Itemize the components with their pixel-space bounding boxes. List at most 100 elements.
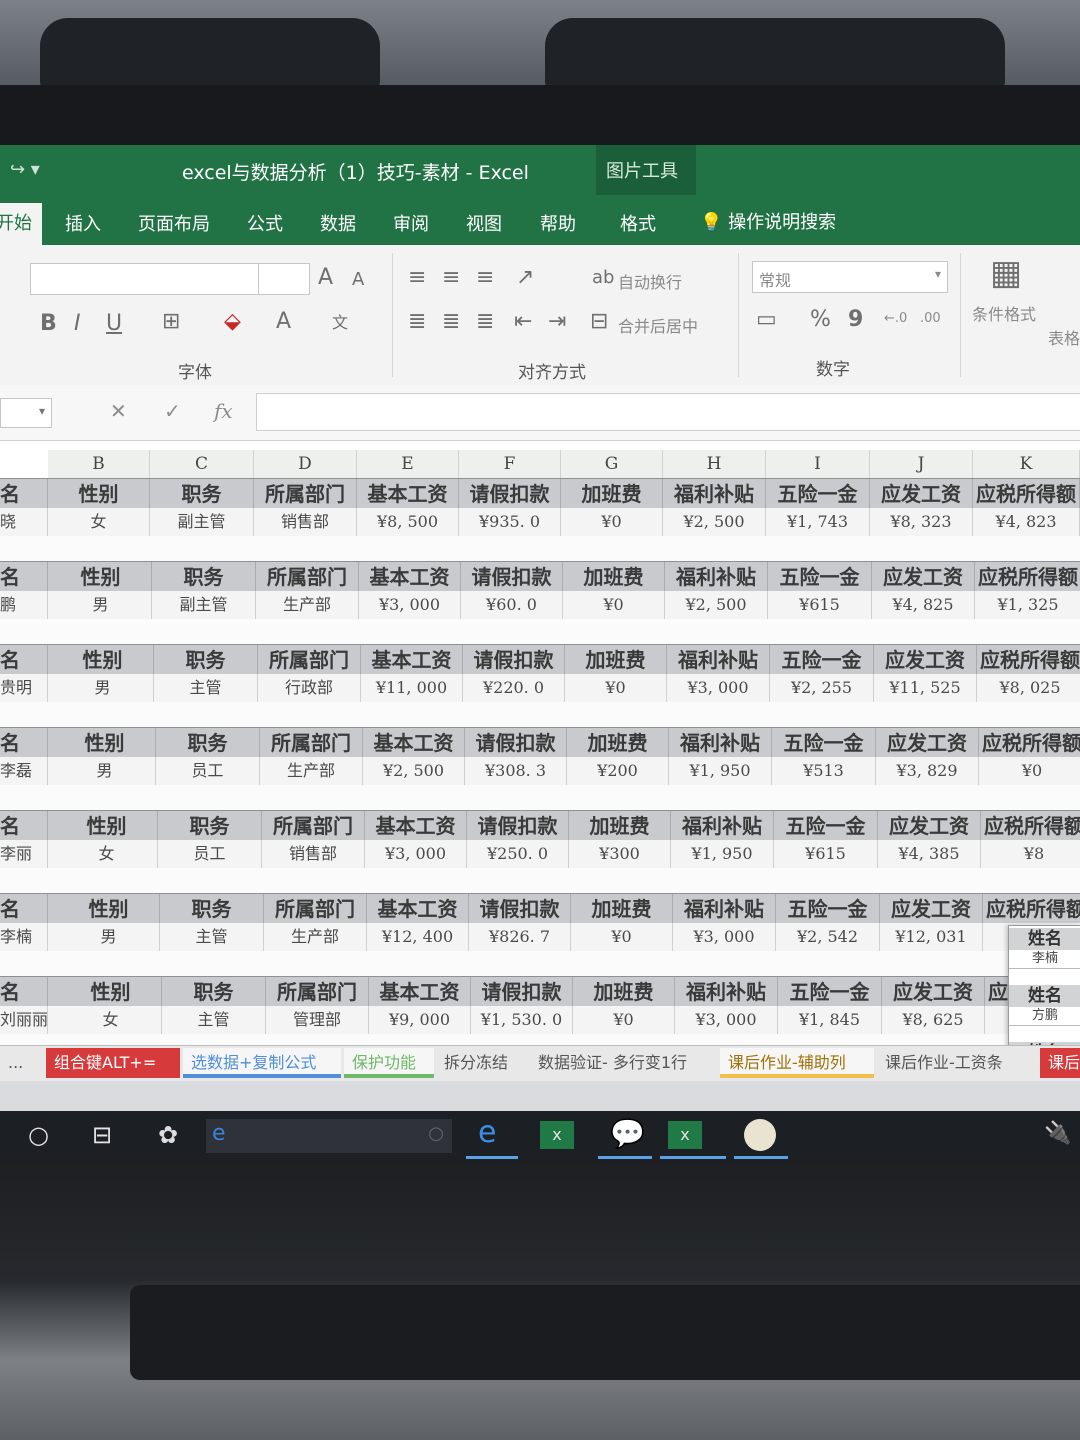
- hdr-name[interactable]: 名: [0, 894, 48, 924]
- cell-insurance[interactable]: ¥1, 845: [778, 1006, 882, 1034]
- tab-formulas[interactable]: 公式: [247, 210, 283, 236]
- tab-insert[interactable]: 插入: [65, 210, 101, 236]
- column-header-k[interactable]: K: [973, 450, 1080, 478]
- cell-welfare[interactable]: ¥3, 000: [675, 1006, 778, 1034]
- cell-overtime[interactable]: ¥0: [573, 1006, 675, 1034]
- hdr-insurance[interactable]: 五险一金: [770, 645, 874, 675]
- column-header-i[interactable]: I: [766, 450, 870, 478]
- decrease-indent-icon[interactable]: ⇤: [514, 309, 532, 334]
- excel-taskbar-icon-2[interactable]: x: [668, 1121, 702, 1149]
- cell-name[interactable]: 晓: [0, 508, 48, 536]
- cell-gross-pay[interactable]: ¥3, 829: [876, 757, 979, 785]
- cell-taxable[interactable]: ¥0: [979, 757, 1080, 785]
- currency-icon[interactable]: ▭: [756, 307, 777, 332]
- task-view-icon[interactable]: ⊟: [92, 1121, 112, 1149]
- hdr-gender[interactable]: 性别: [48, 479, 150, 509]
- hdr-insurance[interactable]: 五险一金: [776, 894, 880, 924]
- hdr-title[interactable]: 职务: [152, 562, 256, 592]
- hdr-title[interactable]: 职务: [150, 479, 254, 509]
- cell-base-salary[interactable]: ¥12, 400: [367, 923, 469, 951]
- hdr-overtime[interactable]: 加班费: [569, 811, 671, 841]
- hdr-taxable[interactable]: 应税所得额: [977, 645, 1080, 675]
- hdr-department[interactable]: 所属部门: [260, 728, 363, 758]
- hdr-title[interactable]: 职务: [158, 811, 262, 841]
- cell-name[interactable]: 李楠: [0, 923, 48, 951]
- align-middle-icon[interactable]: ≡: [442, 265, 460, 290]
- cell-department[interactable]: 生产部: [256, 591, 359, 619]
- hdr-gender[interactable]: 性别: [60, 977, 162, 1007]
- hdr-overtime[interactable]: 加班费: [565, 645, 667, 675]
- italic-button[interactable]: I: [74, 311, 81, 336]
- font-name-box[interactable]: [30, 263, 260, 295]
- increase-indent-icon[interactable]: ⇥: [548, 309, 566, 334]
- hdr-gross-pay[interactable]: 应发工资: [882, 977, 985, 1007]
- hdr-name[interactable]: 名: [0, 562, 48, 592]
- hdr-gender[interactable]: 性别: [56, 811, 158, 841]
- hdr-overtime[interactable]: 加班费: [567, 728, 669, 758]
- hdr-overtime[interactable]: 加班费: [571, 894, 673, 924]
- blank-row[interactable]: [0, 536, 1080, 562]
- hdr-department[interactable]: 所属部门: [258, 645, 361, 675]
- cell-department[interactable]: 销售部: [262, 840, 365, 868]
- column-header-b[interactable]: B: [48, 450, 150, 478]
- cell-title[interactable]: 主管: [160, 923, 264, 951]
- cell-title[interactable]: 员工: [156, 757, 260, 785]
- cell-taxable[interactable]: ¥8: [981, 840, 1080, 868]
- sheet-tab[interactable]: 课后作业-辅助列: [720, 1048, 874, 1078]
- cell-name[interactable]: 鹏: [0, 591, 48, 619]
- hdr-leave-deduction[interactable]: 请假扣款: [465, 728, 567, 758]
- power-plug-icon[interactable]: 🔌: [1044, 1121, 1071, 1146]
- cell-gross-pay[interactable]: ¥4, 825: [872, 591, 975, 619]
- hdr-welfare[interactable]: 福利补贴: [669, 728, 772, 758]
- cell-gender[interactable]: 女: [56, 840, 158, 868]
- tab-help[interactable]: 帮助: [540, 210, 576, 236]
- cell-base-salary[interactable]: ¥8, 500: [357, 508, 459, 536]
- number-format-dropdown[interactable]: 常规 ▾: [752, 261, 948, 293]
- cell-department[interactable]: 生产部: [264, 923, 367, 951]
- orientation-icon[interactable]: ↗: [516, 265, 534, 290]
- merge-icon[interactable]: ⊟: [590, 309, 608, 334]
- cell-overtime[interactable]: ¥0: [565, 674, 667, 702]
- cell-taxable[interactable]: ¥4, 823: [973, 508, 1080, 536]
- cell-department[interactable]: 管理部: [266, 1006, 369, 1034]
- cell-welfare[interactable]: ¥2, 500: [665, 591, 768, 619]
- hdr-base-salary[interactable]: 基本工资: [363, 728, 465, 758]
- cell-overtime[interactable]: ¥0: [571, 923, 673, 951]
- wechat-icon[interactable]: 💬: [610, 1117, 645, 1150]
- column-header-d[interactable]: D: [254, 450, 357, 478]
- hdr-welfare[interactable]: 福利补贴: [667, 645, 770, 675]
- pinwheel-app-icon[interactable]: ✿: [158, 1121, 178, 1149]
- hdr-gross-pay[interactable]: 应发工资: [870, 479, 973, 509]
- cell-insurance[interactable]: ¥1, 743: [766, 508, 870, 536]
- cell-leave-deduction[interactable]: ¥220. 0: [463, 674, 565, 702]
- align-left-icon[interactable]: ≣: [408, 309, 426, 334]
- cell-leave-deduction[interactable]: ¥826. 7: [469, 923, 571, 951]
- border-icon[interactable]: ⊞: [162, 309, 180, 334]
- align-top-icon[interactable]: ≡: [408, 265, 426, 290]
- underline-button[interactable]: U: [106, 311, 122, 336]
- cell-gross-pay[interactable]: ¥12, 031: [880, 923, 983, 951]
- cell-title[interactable]: 员工: [158, 840, 262, 868]
- conditional-format-icon[interactable]: ▦: [990, 253, 1022, 293]
- hdr-insurance[interactable]: 五险一金: [768, 562, 872, 592]
- tell-me-search[interactable]: 💡 操作说明搜索: [700, 208, 836, 234]
- increase-decimal-button[interactable]: ←.0: [884, 311, 907, 326]
- sheet-tab[interactable]: 数据验证- 多行变1行: [530, 1048, 718, 1078]
- hdr-taxable[interactable]: 应税所得额: [973, 479, 1080, 509]
- column-header-h[interactable]: H: [663, 450, 766, 478]
- grow-font-button[interactable]: A: [318, 265, 333, 290]
- hdr-overtime[interactable]: 加班费: [561, 479, 663, 509]
- cell-base-salary[interactable]: ¥2, 500: [363, 757, 465, 785]
- sheet-tab[interactable]: 拆分冻结: [436, 1048, 528, 1078]
- blank-row[interactable]: [0, 785, 1080, 811]
- cell-title[interactable]: 副主管: [150, 508, 254, 536]
- cell-overtime[interactable]: ¥0: [563, 591, 665, 619]
- cell-gross-pay[interactable]: ¥8, 625: [882, 1006, 985, 1034]
- hdr-name[interactable]: 名: [0, 977, 48, 1007]
- hdr-department[interactable]: 所属部门: [262, 811, 365, 841]
- cell-insurance[interactable]: ¥615: [774, 840, 878, 868]
- hdr-base-salary[interactable]: 基本工资: [367, 894, 469, 924]
- hdr-name[interactable]: 名: [0, 728, 48, 758]
- cell-title[interactable]: 副主管: [152, 591, 256, 619]
- sheet-tab[interactable]: 组合键ALT+=: [46, 1048, 180, 1078]
